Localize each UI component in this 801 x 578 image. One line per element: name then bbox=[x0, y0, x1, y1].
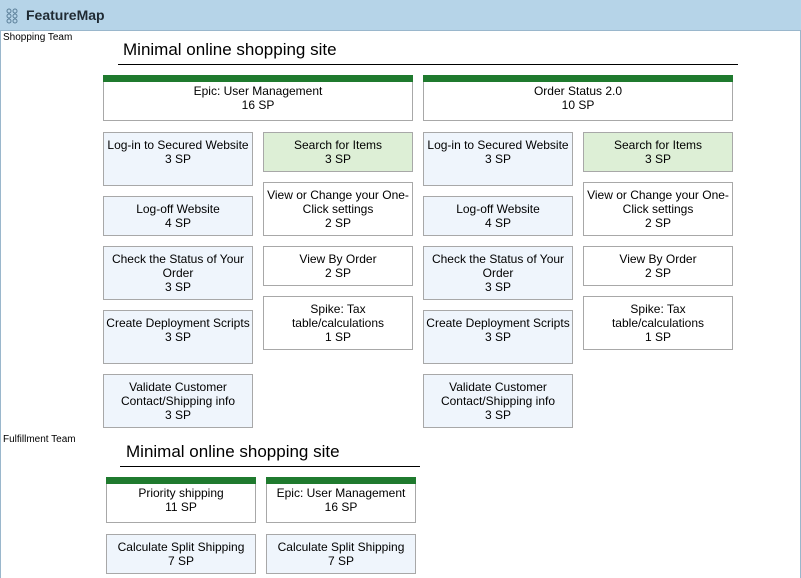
story-name: Create Deployment Scripts bbox=[426, 316, 570, 330]
epic-story-points: 10 SP bbox=[561, 98, 595, 112]
story-name: View By Order bbox=[619, 252, 697, 266]
featuremap-grid-icon bbox=[6, 8, 18, 24]
story-name: View By Order bbox=[299, 252, 377, 266]
story-points: 2 SP bbox=[324, 266, 351, 280]
story-points: 3 SP bbox=[164, 152, 191, 166]
story-card[interactable]: Calculate Split Shipping 7 SP bbox=[266, 534, 416, 574]
story-card[interactable]: View or Change your One-Click settings 2… bbox=[583, 182, 733, 236]
story-card[interactable]: Check the Status of Your Order 3 SP bbox=[423, 246, 573, 300]
story-points: 3 SP bbox=[484, 330, 511, 344]
story-name: Validate Customer Contact/Shipping info bbox=[440, 380, 556, 408]
epic-story-points: 16 SP bbox=[324, 500, 358, 514]
release-title-fulfillment: Minimal online shopping site bbox=[126, 442, 340, 461]
story-card[interactable]: Log-off Website 4 SP bbox=[103, 196, 253, 236]
story-name: Spike: Tax table/calculations bbox=[291, 302, 385, 330]
story-card[interactable]: Log-in to Secured Website 3 SP bbox=[103, 132, 253, 186]
story-card-search[interactable]: Search for Items 3 SP bbox=[263, 132, 413, 172]
story-points: 3 SP bbox=[644, 152, 671, 166]
story-points: 2 SP bbox=[324, 216, 351, 230]
story-points: 1 SP bbox=[324, 330, 351, 344]
release-divider bbox=[120, 466, 420, 467]
story-card-search[interactable]: Search for Items 3 SP bbox=[583, 132, 733, 172]
story-points: 3 SP bbox=[164, 330, 191, 344]
story-points: 3 SP bbox=[324, 152, 351, 166]
story-points: 3 SP bbox=[484, 152, 511, 166]
story-points: 7 SP bbox=[327, 554, 354, 568]
story-name: Search for Items bbox=[613, 138, 703, 152]
app-title: FeatureMap bbox=[26, 7, 105, 23]
story-name: Check the Status of Your Order bbox=[111, 252, 245, 280]
release-title-shopping: Minimal online shopping site bbox=[123, 40, 337, 59]
epic-card-order-status[interactable]: Order Status 2.0 10 SP bbox=[423, 75, 733, 121]
story-name: Search for Items bbox=[293, 138, 383, 152]
story-name: Check the Status of Your Order bbox=[431, 252, 565, 280]
story-name: Create Deployment Scripts bbox=[106, 316, 250, 330]
story-name: Log-in to Secured Website bbox=[107, 138, 249, 152]
story-card[interactable]: Validate Customer Contact/Shipping info … bbox=[423, 374, 573, 428]
story-points: 3 SP bbox=[484, 280, 511, 294]
app-titlebar: FeatureMap bbox=[0, 0, 801, 31]
story-points: 2 SP bbox=[644, 266, 671, 280]
epic-name: Epic: User Management bbox=[276, 486, 406, 500]
story-card[interactable]: Check the Status of Your Order 3 SP bbox=[103, 246, 253, 300]
story-card[interactable]: View By Order 2 SP bbox=[583, 246, 733, 286]
epic-card-user-management[interactable]: Epic: User Management 16 SP bbox=[266, 477, 416, 523]
story-name: Spike: Tax table/calculations bbox=[611, 302, 705, 330]
story-points: 4 SP bbox=[484, 216, 511, 230]
story-card[interactable]: Validate Customer Contact/Shipping info … bbox=[103, 374, 253, 428]
epic-card-priority-shipping[interactable]: Priority shipping 11 SP bbox=[106, 477, 256, 523]
story-name: Log-off Website bbox=[136, 202, 220, 216]
story-name: View or Change your One-Click settings bbox=[587, 188, 729, 216]
story-points: 1 SP bbox=[644, 330, 671, 344]
story-name: Log-in to Secured Website bbox=[427, 138, 569, 152]
story-points: 3 SP bbox=[164, 280, 191, 294]
story-card[interactable]: Create Deployment Scripts 3 SP bbox=[103, 310, 253, 364]
story-points: 2 SP bbox=[644, 216, 671, 230]
story-name: Validate Customer Contact/Shipping info bbox=[120, 380, 236, 408]
frame-border-left bbox=[0, 31, 1, 578]
story-card[interactable]: Spike: Tax table/calculations 1 SP bbox=[263, 296, 413, 350]
story-points: 7 SP bbox=[167, 554, 194, 568]
story-card[interactable]: Calculate Split Shipping 7 SP bbox=[106, 534, 256, 574]
story-points: 3 SP bbox=[484, 408, 511, 422]
story-points: 4 SP bbox=[164, 216, 191, 230]
story-name: Calculate Split Shipping bbox=[277, 540, 405, 554]
story-card[interactable]: Create Deployment Scripts 3 SP bbox=[423, 310, 573, 364]
story-points: 3 SP bbox=[164, 408, 191, 422]
story-card[interactable]: Log-off Website 4 SP bbox=[423, 196, 573, 236]
epic-story-points: 11 SP bbox=[165, 500, 197, 514]
story-card[interactable]: View or Change your One-Click settings 2… bbox=[263, 182, 413, 236]
epic-name: Epic: User Management bbox=[193, 84, 323, 98]
epic-card-user-management[interactable]: Epic: User Management 16 SP bbox=[103, 75, 413, 121]
story-card[interactable]: Log-in to Secured Website 3 SP bbox=[423, 132, 573, 186]
story-card[interactable]: Spike: Tax table/calculations 1 SP bbox=[583, 296, 733, 350]
story-name: Calculate Split Shipping bbox=[117, 540, 245, 554]
story-card[interactable]: View By Order 2 SP bbox=[263, 246, 413, 286]
epic-name: Order Status 2.0 bbox=[533, 84, 623, 98]
story-name: Log-off Website bbox=[456, 202, 540, 216]
team-label-shopping: Shopping Team bbox=[3, 32, 73, 43]
epic-story-points: 16 SP bbox=[241, 98, 275, 112]
release-divider bbox=[118, 64, 738, 65]
team-label-fulfillment: Fulfillment Team bbox=[3, 434, 76, 445]
epic-name: Priority shipping bbox=[138, 486, 224, 500]
story-name: View or Change your One-Click settings bbox=[267, 188, 409, 216]
